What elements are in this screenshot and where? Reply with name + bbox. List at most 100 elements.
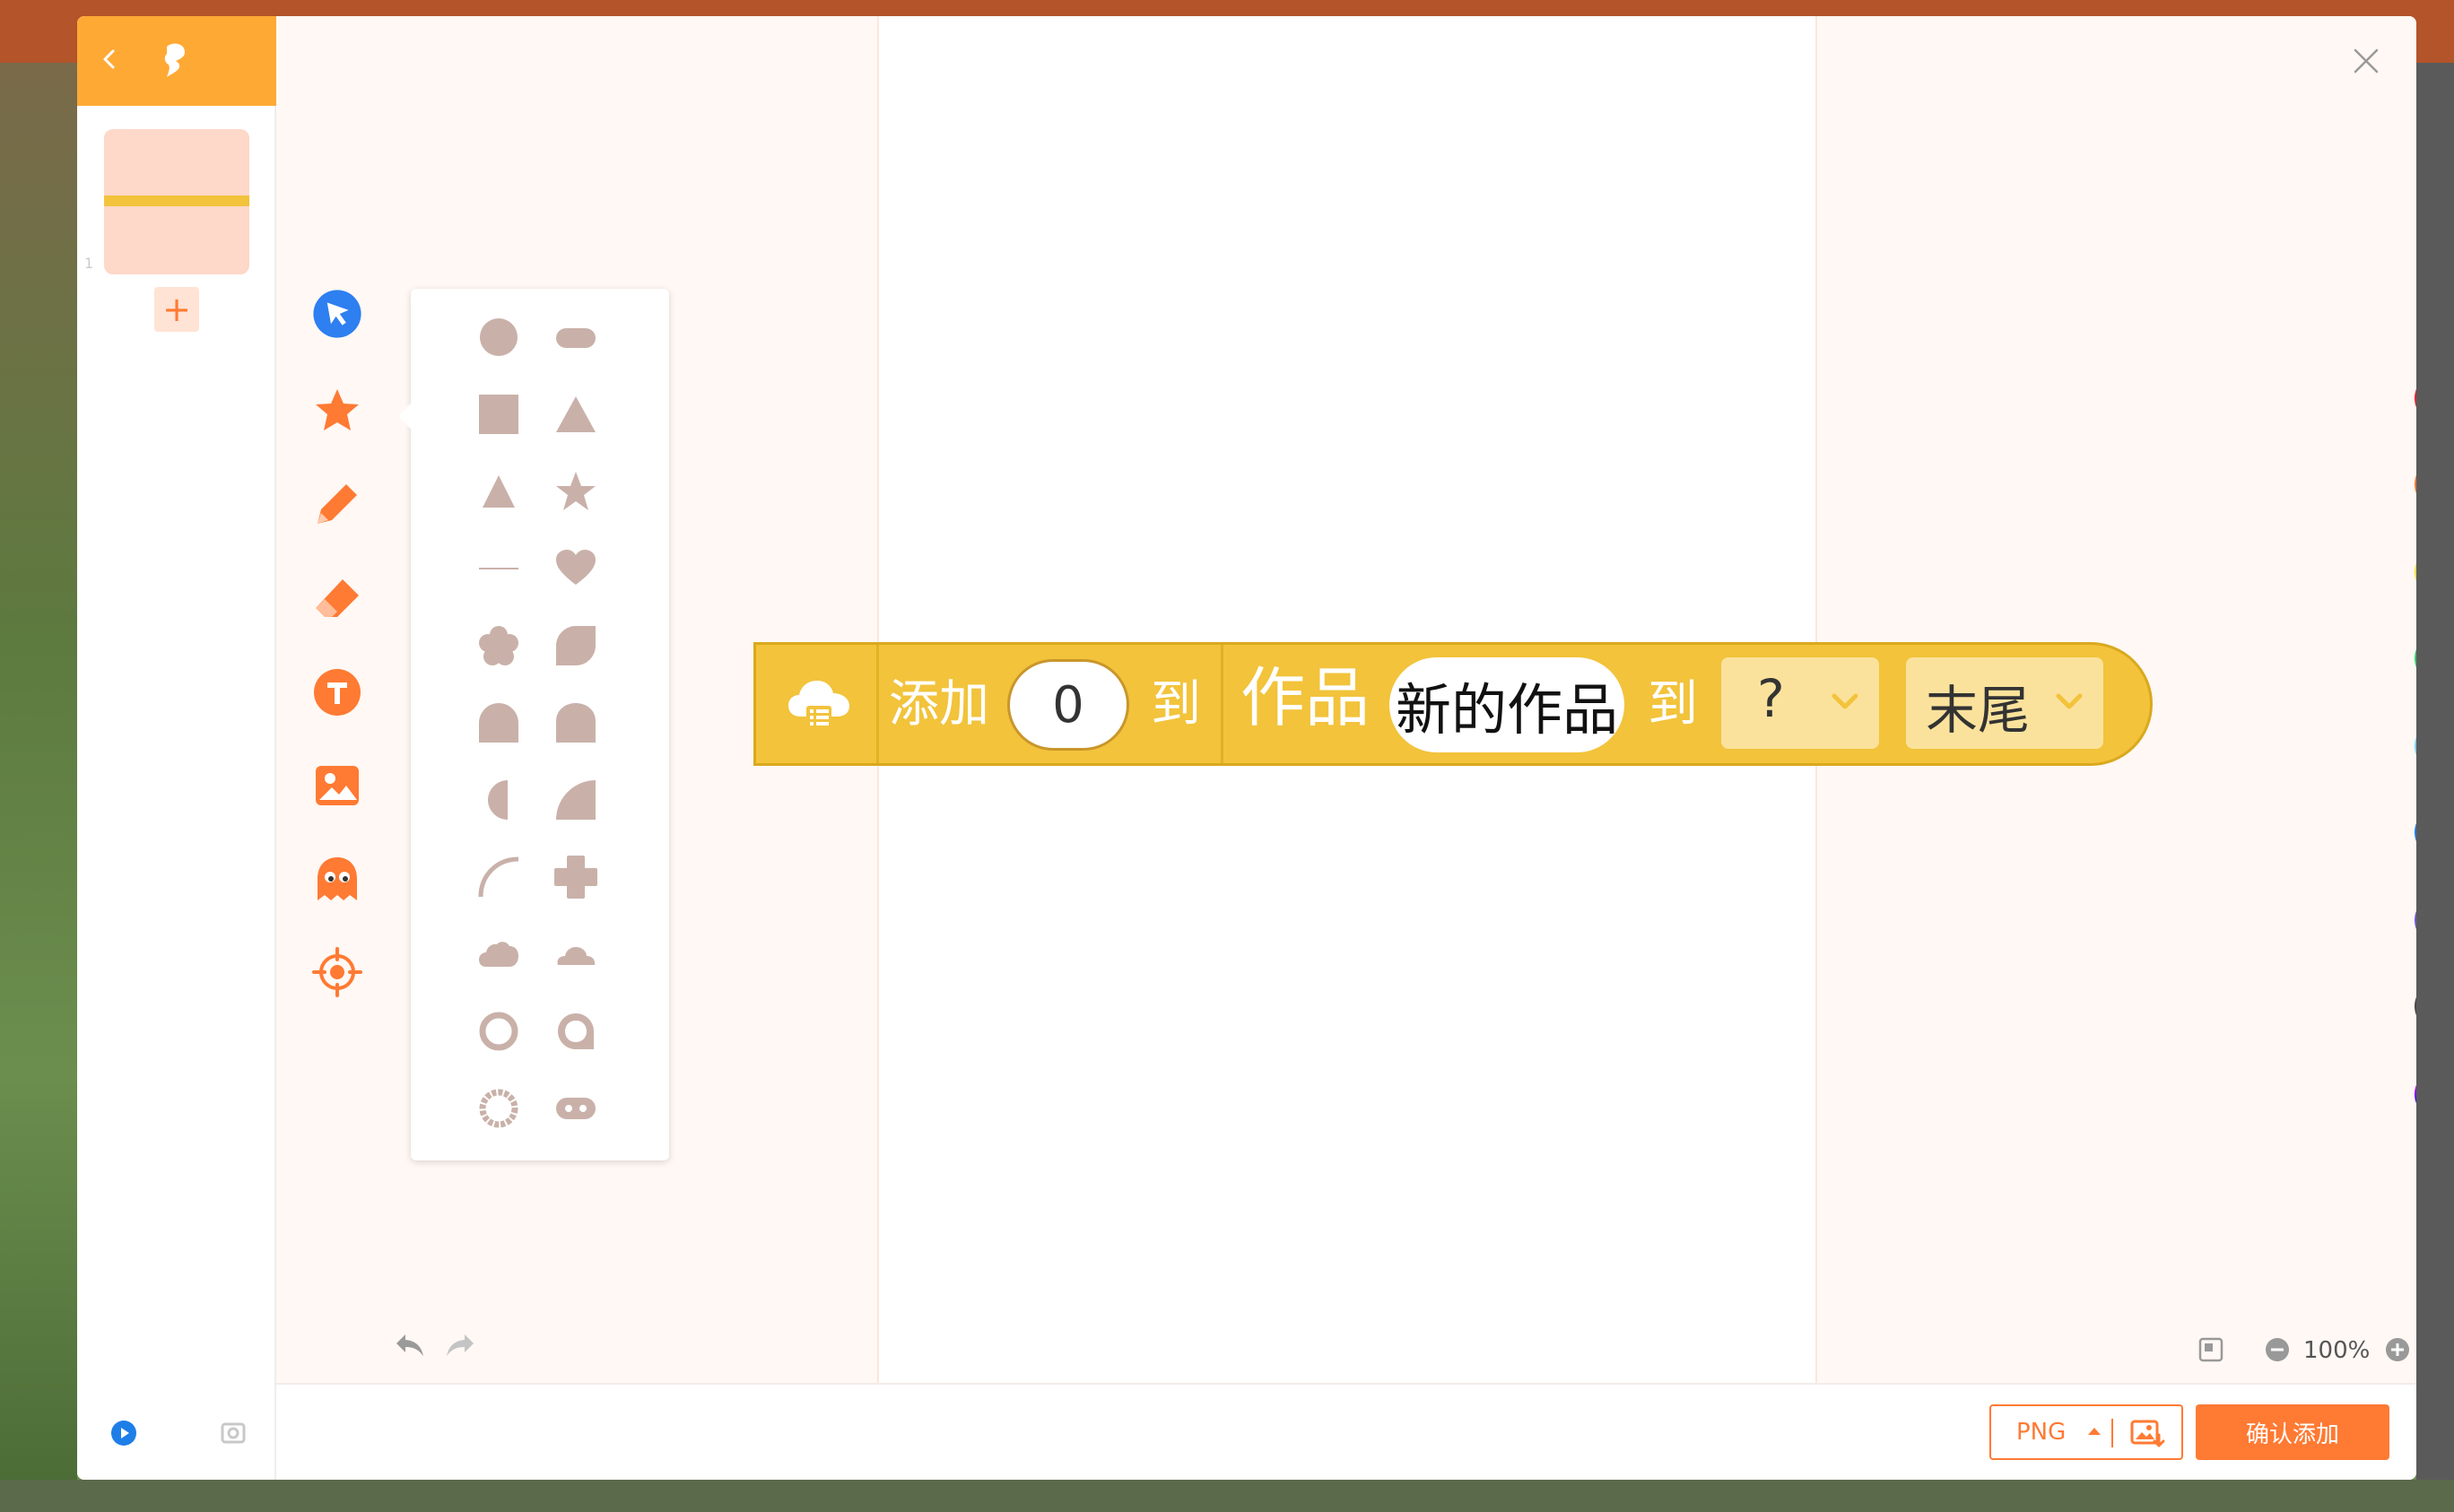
rounded-rect-shape-icon (556, 328, 596, 348)
shape-palette (398, 289, 669, 1160)
shape-cloud[interactable] (475, 931, 522, 978)
shape-star[interactable] (553, 468, 599, 515)
shape-speech-ring[interactable] (553, 1008, 599, 1055)
add-page-button[interactable]: + (154, 287, 199, 332)
more-colors-button[interactable] (2415, 981, 2416, 1031)
pencil-tool[interactable] (312, 479, 362, 529)
panel-header (77, 16, 276, 106)
cloud-list-icon (788, 681, 849, 729)
triangle-small-shape-icon (483, 475, 515, 508)
shape-rounded-rect[interactable] (553, 314, 599, 361)
shape-flower[interactable] (475, 622, 522, 669)
background-bottom (0, 1480, 2454, 1512)
flower-shape-icon (479, 626, 518, 665)
zoom-level: 100% (2303, 1337, 2371, 1364)
arc-shape-icon (478, 856, 519, 898)
dotted-ring-shape-icon (479, 1089, 518, 1128)
pencil-icon (318, 484, 357, 524)
heart-shape-icon (556, 550, 596, 585)
export-image-icon[interactable] (2129, 1419, 2165, 1449)
shape-quarter-circle[interactable] (553, 777, 599, 823)
code-block-add-to-work[interactable]: 添加 0 到 作品 新的作品 到 ? 末尾 (753, 642, 2153, 766)
half-circle-shape-icon (488, 780, 508, 820)
play-icon[interactable] (109, 1419, 138, 1447)
undo-icon[interactable] (393, 1331, 427, 1360)
image-icon (316, 766, 359, 805)
image-tool[interactable] (312, 760, 362, 811)
number-input-slot[interactable]: 0 (1007, 659, 1129, 751)
speech-ring-shape-icon (558, 1013, 594, 1049)
work-label: 作品 (1240, 660, 1371, 735)
end-value: 末尾 (1926, 680, 2031, 741)
cloud-flat-shape-icon (557, 947, 596, 965)
select-tool[interactable] (312, 289, 362, 339)
logo-icon (164, 43, 185, 77)
text-tool[interactable] (312, 667, 362, 717)
to-label-1: 到 (1151, 675, 1201, 734)
background-left (0, 63, 77, 1512)
chevron-down-icon (1832, 693, 1858, 709)
end-dropdown[interactable]: 末尾 (1906, 657, 2103, 749)
back-arrow-icon[interactable] (97, 47, 122, 72)
triangle-shape-icon (556, 396, 596, 432)
screen-icon[interactable] (219, 1419, 248, 1447)
export-format-selector[interactable]: PNG (1989, 1404, 2183, 1460)
shape-square[interactable] (475, 391, 522, 438)
shape-leaf[interactable] (553, 622, 599, 669)
shape-arch[interactable] (553, 700, 599, 746)
shape-cross[interactable] (553, 854, 599, 900)
shape-triangle-small[interactable] (475, 468, 522, 515)
eraser-icon (316, 579, 359, 617)
zoom-in-icon[interactable] (2384, 1336, 2411, 1363)
square-shape-icon (479, 395, 518, 434)
character-tool[interactable] (312, 854, 362, 904)
leaf-shape-icon (556, 626, 596, 665)
quarter-circle-shape-icon (556, 780, 596, 820)
ring-shape-icon (479, 1012, 518, 1051)
redo-icon[interactable] (443, 1331, 477, 1360)
block-separator (1221, 645, 1223, 763)
pill-dots-shape-icon (556, 1098, 596, 1119)
chevron-down-icon (2056, 693, 2083, 709)
page-number: 1 (84, 255, 94, 272)
cross-shape-icon (554, 856, 597, 899)
arch-shape-icon (556, 703, 596, 743)
shape-dotted-ring[interactable] (475, 1085, 522, 1132)
shape-triangle[interactable] (553, 391, 599, 438)
position-dropdown[interactable]: ? (1721, 657, 1879, 749)
shape-half-circle[interactable] (475, 777, 522, 823)
eraser-tool[interactable] (312, 574, 362, 624)
more-dots-icon (2415, 981, 2416, 1031)
circle-shape-icon (480, 318, 518, 356)
add-label: 添加 (889, 675, 989, 734)
cloud-shape-icon (479, 942, 518, 967)
block-separator (876, 645, 879, 763)
target-icon (312, 947, 362, 997)
shape-arc[interactable] (475, 854, 522, 900)
format-label: PNG (2016, 1419, 2067, 1446)
shape-tool[interactable] (312, 386, 362, 436)
color-wheel-picker[interactable] (2415, 1069, 2416, 1119)
star-shape-icon (556, 472, 596, 510)
shape-cloud-flat[interactable] (553, 931, 599, 978)
page-thumbnail[interactable] (104, 129, 249, 274)
text-icon (314, 669, 361, 716)
shape-pill-with-dots[interactable] (553, 1085, 599, 1132)
zoom-out-icon[interactable] (2264, 1336, 2291, 1363)
shape-heart[interactable] (553, 545, 599, 592)
star-icon (316, 389, 359, 430)
cursor-arrow-icon (313, 290, 361, 338)
work-name-slot[interactable]: 新的作品 (1389, 657, 1624, 752)
confirm-add-button[interactable]: 确认添加 (2196, 1404, 2389, 1460)
target-tool[interactable] (312, 947, 362, 997)
close-icon[interactable] (2350, 45, 2382, 77)
page-list-panel: 1 + (77, 16, 276, 1480)
minimap-icon[interactable] (2197, 1336, 2224, 1363)
shape-quarter-round[interactable] (475, 700, 522, 746)
to-label-2: 到 (1648, 675, 1698, 734)
shape-line[interactable] (475, 545, 522, 592)
shape-circle[interactable] (475, 314, 522, 361)
selected-check-icon (2415, 1069, 2416, 1119)
shape-ring[interactable] (475, 1008, 522, 1055)
ghost-icon (318, 857, 357, 900)
